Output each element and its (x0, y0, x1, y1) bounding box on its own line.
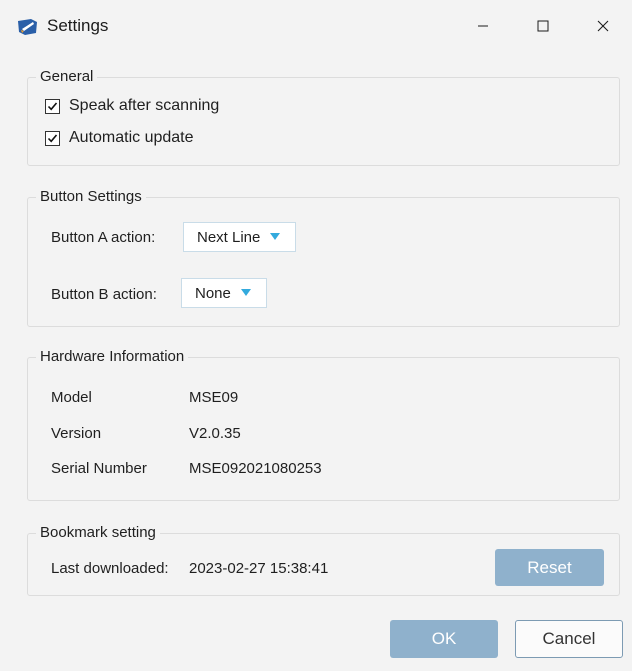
bookmark-setting-group-label: Bookmark setting (36, 524, 160, 542)
automatic-update-label: Automatic update (69, 129, 194, 146)
button-a-action-dropdown[interactable]: Next Line (183, 222, 296, 252)
checkmark-icon (47, 101, 58, 110)
automatic-update-option[interactable]: Automatic update (45, 129, 194, 147)
dropdown-arrow-icon (240, 289, 251, 297)
minimize-button[interactable] (460, 0, 506, 52)
maximize-icon (537, 20, 549, 32)
button-b-action-value: None (195, 284, 231, 302)
checkmark-icon (47, 133, 58, 142)
button-settings-group: Button Settings (27, 188, 620, 327)
version-value: V2.0.35 (189, 425, 241, 442)
cancel-button[interactable]: Cancel (515, 620, 623, 658)
hardware-information-group: Hardware Information (27, 348, 620, 501)
app-icon (17, 18, 39, 36)
button-a-action-label: Button A action: (51, 229, 156, 246)
last-downloaded-value: 2023-02-27 15:38:41 (189, 560, 329, 577)
title-bar[interactable]: Settings (0, 0, 632, 52)
model-label: Model (51, 389, 92, 406)
minimize-icon (477, 20, 489, 32)
ok-button[interactable]: OK (390, 620, 498, 658)
general-group: General (27, 68, 620, 166)
close-icon (597, 20, 609, 32)
button-b-action-dropdown[interactable]: None (181, 278, 267, 308)
button-settings-group-label: Button Settings (36, 188, 146, 206)
version-label: Version (51, 425, 102, 442)
maximize-button[interactable] (520, 0, 566, 52)
reset-button[interactable]: Reset (495, 549, 604, 586)
serial-number-label: Serial Number (51, 460, 147, 477)
settings-window: Settings General Speak after scanning Au… (0, 0, 632, 671)
automatic-update-checkbox[interactable] (45, 130, 60, 146)
model-value: MSE09 (189, 389, 239, 406)
speak-after-scanning-label: Speak after scanning (69, 97, 220, 114)
serial-number-value: MSE092021080253 (189, 460, 322, 477)
button-a-action-value: Next Line (197, 228, 261, 246)
window-title: Settings (47, 16, 109, 35)
last-downloaded-label: Last downloaded: (51, 560, 169, 577)
dropdown-arrow-icon (270, 233, 281, 241)
close-button[interactable] (580, 0, 626, 52)
speak-after-scanning-checkbox[interactable] (45, 98, 60, 114)
button-b-action-label: Button B action: (51, 286, 157, 303)
speak-after-scanning-option[interactable]: Speak after scanning (45, 97, 219, 115)
hardware-information-group-label: Hardware Information (36, 348, 189, 366)
general-group-label: General (36, 68, 98, 86)
